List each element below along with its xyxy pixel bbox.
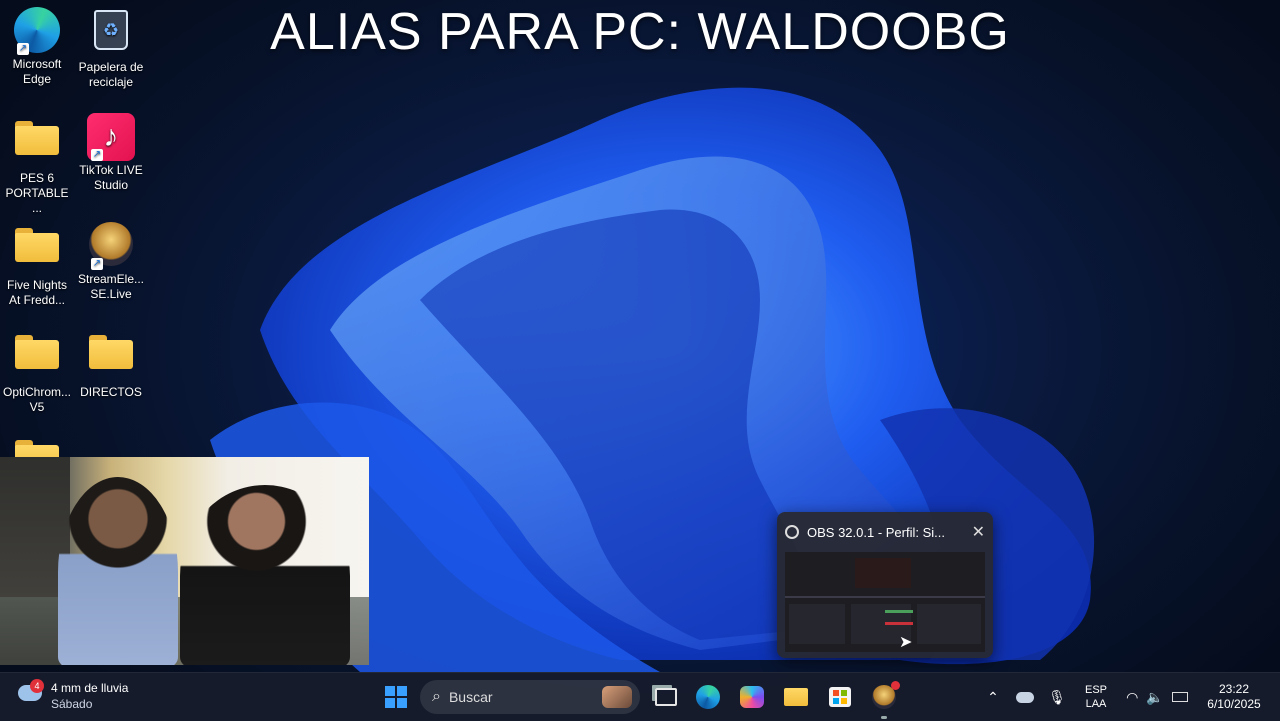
desktop-icon-directos[interactable]: DIRECTOS (74, 327, 148, 400)
folder-icon (13, 335, 61, 383)
desktop-icon-recycle-bin[interactable]: ♻ Papelera de reciclaje (74, 6, 148, 90)
obs-window-preview[interactable]: OBS 32.0.1 - Perfil: Si... ✕ ➤ (777, 512, 993, 658)
clock-date: 6/10/2025 (1207, 697, 1261, 711)
obs-preview-thumbnail[interactable]: ➤ (785, 552, 985, 652)
desktop-icon-pes6[interactable]: PES 6 PORTABLE ... (0, 113, 74, 216)
desktop-icon-optichrome[interactable]: OptiChrom... V5 (0, 327, 74, 415)
folder-icon (13, 440, 61, 458)
person-right (180, 485, 350, 665)
desktop-icon-label: Papelera de reciclaje (78, 60, 144, 89)
cloud-icon (1016, 691, 1034, 703)
weather-day: Sábado (51, 697, 93, 711)
recording-dot-icon (891, 681, 900, 690)
shortcut-arrow-icon: ↗ (91, 149, 103, 161)
taskbar: 4 4 mm de lluvia Sábado ⌕ Buscar ⌃ 🎙 ESP… (0, 672, 1280, 721)
desktop-icon-label: OptiChrom... V5 (2, 385, 71, 414)
network-sound-battery[interactable]: ◠ 🔈 (1122, 673, 1192, 721)
folder-icon (13, 228, 61, 276)
person-left (58, 477, 178, 665)
desktop-icon-five-nights[interactable]: Five Nights At Fredd... (0, 220, 74, 308)
webcam-overlay (0, 457, 369, 665)
notification-badge: 4 (30, 679, 44, 693)
m365-icon (740, 686, 764, 708)
store-icon (829, 687, 851, 707)
search-highlight-icon (602, 686, 632, 708)
tray-overflow-button[interactable]: ⌃ (982, 673, 1004, 721)
tray-microphone[interactable]: 🎙 (1046, 673, 1068, 721)
desktop-icon-streamelements[interactable]: ↗ StreamEle... SE.Live (74, 220, 148, 302)
tray-onedrive[interactable] (1012, 673, 1038, 721)
taskbar-edge[interactable] (692, 681, 724, 713)
desktop-icon-label: Microsoft Edge (12, 57, 62, 86)
battery-icon (1171, 692, 1188, 702)
obs-streamer-icon (872, 681, 900, 709)
active-indicator (881, 716, 887, 719)
edge-icon (696, 685, 720, 709)
start-button[interactable] (380, 681, 412, 713)
search-placeholder: Buscar (448, 689, 493, 705)
recycle-bin-icon: ♻ (87, 10, 135, 58)
weather-widget[interactable]: 4 4 mm de lluvia Sábado (14, 679, 174, 715)
desktop-icon-partial-folder[interactable] (0, 432, 74, 458)
folder-icon (784, 688, 808, 706)
taskbar-file-explorer[interactable] (780, 681, 812, 713)
taskbar-search[interactable]: ⌕ Buscar (420, 680, 640, 714)
desktop-icon-label: StreamEle... SE.Live (77, 272, 145, 301)
wifi-icon: ◠ (1126, 688, 1139, 705)
desktop-icon-label: TikTok LIVE Studio (79, 163, 143, 192)
weather-text: 4 mm de lluvia (51, 681, 129, 695)
speaker-icon: 🔈 (1146, 688, 1164, 705)
desktop-icon-edge[interactable]: ↗ Microsoft Edge (0, 6, 74, 87)
folder-icon (13, 121, 61, 169)
tiktok-icon: ♪ ↗ (87, 113, 135, 161)
streamelements-icon: ↗ (87, 222, 135, 270)
desktop-icon-label: DIRECTOS (80, 385, 142, 399)
close-icon[interactable]: ✕ (972, 522, 985, 542)
chevron-up-icon: ⌃ (987, 688, 999, 705)
obs-preview-title: OBS 32.0.1 - Perfil: Si... (807, 524, 945, 540)
obs-icon (785, 525, 799, 539)
microphone-icon: 🎙 (1048, 688, 1066, 705)
taskbar-m365[interactable] (736, 681, 768, 713)
taskbar-store[interactable] (824, 681, 856, 713)
task-view-button[interactable] (650, 681, 682, 713)
taskbar-obs[interactable] (868, 681, 900, 719)
folder-icon (87, 335, 135, 383)
desktop-icon-label: PES 6 PORTABLE ... (5, 171, 69, 215)
clock[interactable]: 23:22 6/10/2025 (1198, 673, 1270, 721)
stream-overlay-title: ALIAS PARA PC: WALDOOBG (270, 3, 1010, 61)
shortcut-arrow-icon: ↗ (17, 43, 29, 55)
desktop-icon-label: Five Nights At Fredd... (6, 278, 68, 307)
edge-icon: ↗ (13, 7, 61, 55)
language-indicator[interactable]: ESP LAA (1078, 673, 1114, 721)
desktop-icon-tiktok-live[interactable]: ♪ ↗ TikTok LIVE Studio (74, 113, 148, 193)
task-view-icon (655, 688, 677, 706)
clock-time: 23:22 (1218, 682, 1250, 696)
keyboard-layout: LAA (1085, 698, 1107, 710)
windows-logo-icon (385, 686, 407, 708)
language-code: ESP (1084, 684, 1107, 696)
shortcut-arrow-icon: ↗ (91, 258, 103, 270)
mouse-cursor-icon: ➤ (899, 634, 913, 651)
search-icon: ⌕ (432, 688, 441, 705)
